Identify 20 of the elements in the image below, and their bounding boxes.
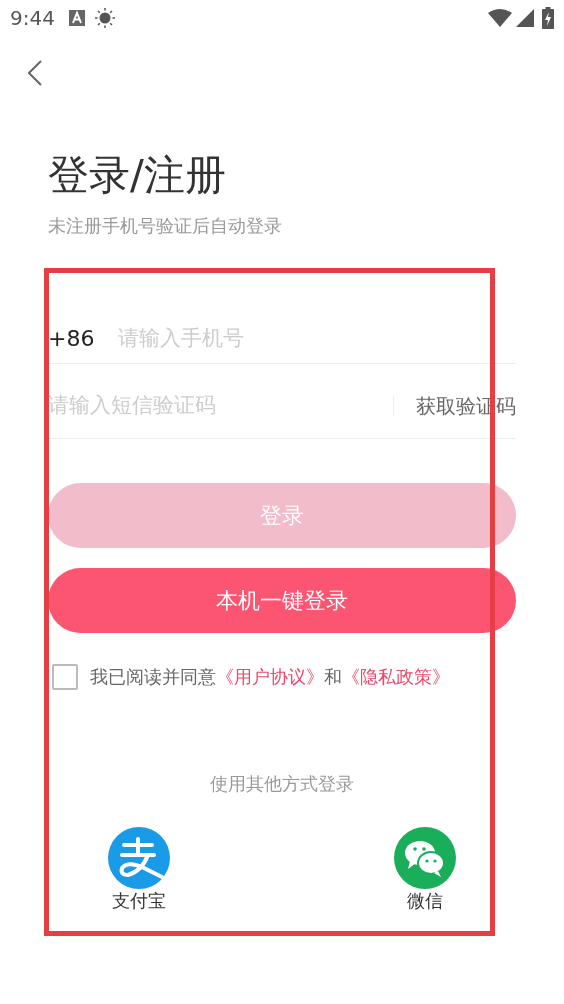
signal-icon (516, 9, 534, 27)
user-agreement-link[interactable]: 《用户协议》 (216, 666, 324, 687)
alipay-icon[interactable] (108, 827, 170, 889)
provider-label: 支付宝 (112, 889, 166, 913)
page-subtitle: 未注册手机号验证后自动登录 (48, 214, 282, 238)
quick-login-button[interactable]: 本机一键登录 (48, 568, 516, 633)
back-icon[interactable] (28, 60, 42, 86)
privacy-policy-link[interactable]: 《隐私政策》 (342, 666, 450, 687)
provider-label: 微信 (407, 889, 443, 913)
agreement-checkbox[interactable] (52, 663, 78, 690)
agreement-text: 我已阅读并同意《用户协议》和《隐私政策》 (90, 665, 450, 689)
status-time: 9:44 (10, 5, 55, 32)
battery-icon (542, 7, 554, 29)
font-icon (68, 10, 85, 26)
brightness-icon (94, 8, 115, 28)
other-login-label: 使用其他方式登录 (210, 772, 354, 796)
wechat-icon[interactable] (394, 827, 456, 889)
country-code[interactable]: +86 (48, 322, 95, 355)
wifi-icon (488, 9, 512, 27)
page-title: 登录/注册 (48, 150, 226, 200)
